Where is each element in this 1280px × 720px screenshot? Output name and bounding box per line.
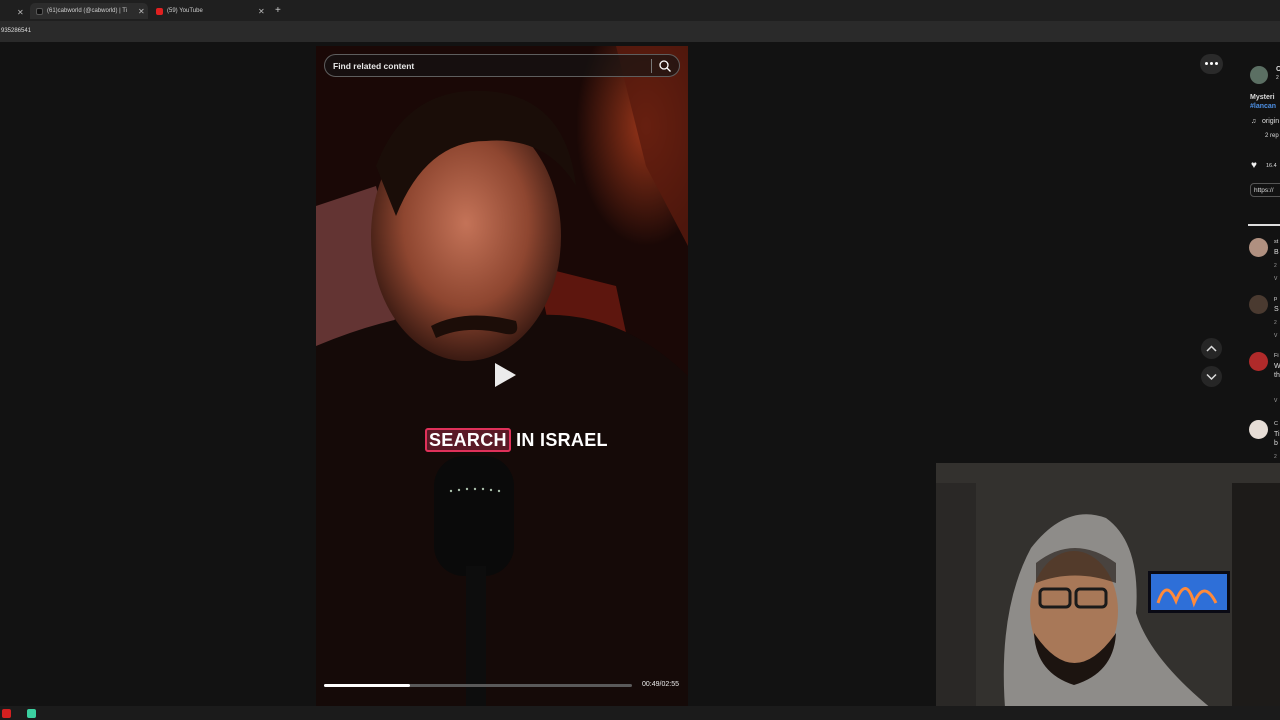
webcam-overlay <box>936 463 1280 720</box>
address-bar[interactable]: 935286541 <box>0 21 1280 42</box>
related-search-input[interactable]: Find related content <box>324 54 680 77</box>
comment-text-2: b <box>1274 440 1278 447</box>
browser-tab-bar: ✕ (61)cabworld (@cabworld) | Ti ✕ (59) Y… <box>0 0 1280 21</box>
next-video-button[interactable] <box>1201 366 1222 387</box>
tab-label: (61)cabworld (@cabworld) | Ti <box>47 8 128 14</box>
replies-label[interactable]: 2 rep <box>1265 133 1279 139</box>
search-placeholder: Find related content <box>333 61 415 71</box>
more-options-button[interactable] <box>1200 54 1223 74</box>
webcam-frame <box>936 463 1280 720</box>
tab-underline <box>1248 224 1280 226</box>
more-dots-icon <box>1215 62 1218 65</box>
video-description: Mysteri <box>1250 94 1275 101</box>
comment-avatar[interactable] <box>1249 420 1268 439</box>
comment-author[interactable]: C <box>1274 421 1278 427</box>
search-divider <box>651 59 652 73</box>
caption-text: IN ISRAEL <box>510 430 608 450</box>
author-sub: 2 <box>1276 75 1279 81</box>
share-link-field[interactable]: https:// <box>1250 183 1280 197</box>
tab-close-icon[interactable]: ✕ <box>258 7 265 16</box>
app-icon[interactable] <box>27 709 36 718</box>
video-time: 00:49/02:55 <box>642 681 679 688</box>
author-name[interactable]: C <box>1276 66 1280 73</box>
tab-tiktok[interactable]: (61)cabworld (@cabworld) | Ti ✕ <box>30 3 148 19</box>
view-replies[interactable]: V <box>1274 398 1277 404</box>
tab-youtube[interactable]: (59) YouTube ✕ <box>156 3 268 19</box>
youtube-favicon-icon <box>156 7 163 15</box>
previous-video-button[interactable] <box>1201 338 1222 359</box>
tab-close-icon[interactable]: ✕ <box>138 7 145 16</box>
url-text: 935286541 <box>1 28 32 34</box>
more-dots-icon <box>1210 62 1213 65</box>
chevron-down-icon <box>1206 373 1217 381</box>
comment-meta: 2 <box>1274 320 1277 326</box>
comment-meta: 2 <box>1274 263 1277 269</box>
video-caption: SEARCH IN ISRAEL <box>425 428 608 452</box>
comment-author[interactable]: Fi <box>1274 353 1279 359</box>
details-panel: C 2 Mysteri #lancan ♫ origin 2 rep ♥ 16.… <box>1242 58 1280 478</box>
comment-author[interactable]: p <box>1274 296 1277 302</box>
author-avatar[interactable] <box>1250 66 1268 84</box>
comment-text-2: th <box>1274 372 1280 379</box>
heart-icon[interactable]: ♥ <box>1251 160 1257 171</box>
comment-text: S <box>1274 306 1279 313</box>
view-replies[interactable]: V <box>1274 276 1277 282</box>
view-replies[interactable]: V <box>1274 333 1277 339</box>
caption-highlight: SEARCH <box>425 428 511 452</box>
music-icon: ♫ <box>1251 118 1257 125</box>
play-icon[interactable] <box>491 360 519 390</box>
tab-label: (59) YouTube <box>167 8 203 14</box>
comment-text: W <box>1274 363 1280 370</box>
comment-avatar[interactable] <box>1249 238 1268 257</box>
search-icon[interactable] <box>658 59 672 73</box>
close-icon[interactable]: ✕ <box>17 8 24 17</box>
comment-avatar[interactable] <box>1249 352 1268 371</box>
comment-author[interactable]: st <box>1274 239 1278 245</box>
chevron-up-icon <box>1206 345 1217 352</box>
taskbar <box>0 706 1280 720</box>
more-dots-icon <box>1205 62 1208 65</box>
comment-text: Ti <box>1274 431 1280 438</box>
comment-meta: 2 <box>1274 454 1277 460</box>
youtube-icon[interactable] <box>2 709 11 718</box>
sound-label[interactable]: origin <box>1262 118 1279 125</box>
like-count: 16.4 <box>1266 163 1277 169</box>
hashtag-link[interactable]: #lancan <box>1250 103 1276 110</box>
comment-avatar[interactable] <box>1249 295 1268 314</box>
video-progress-fill <box>324 684 411 687</box>
new-tab-button[interactable]: + <box>275 2 281 18</box>
comment-text: B <box>1274 249 1279 256</box>
tiktok-favicon-icon <box>36 7 43 15</box>
video-progress-bar[interactable] <box>324 684 632 687</box>
